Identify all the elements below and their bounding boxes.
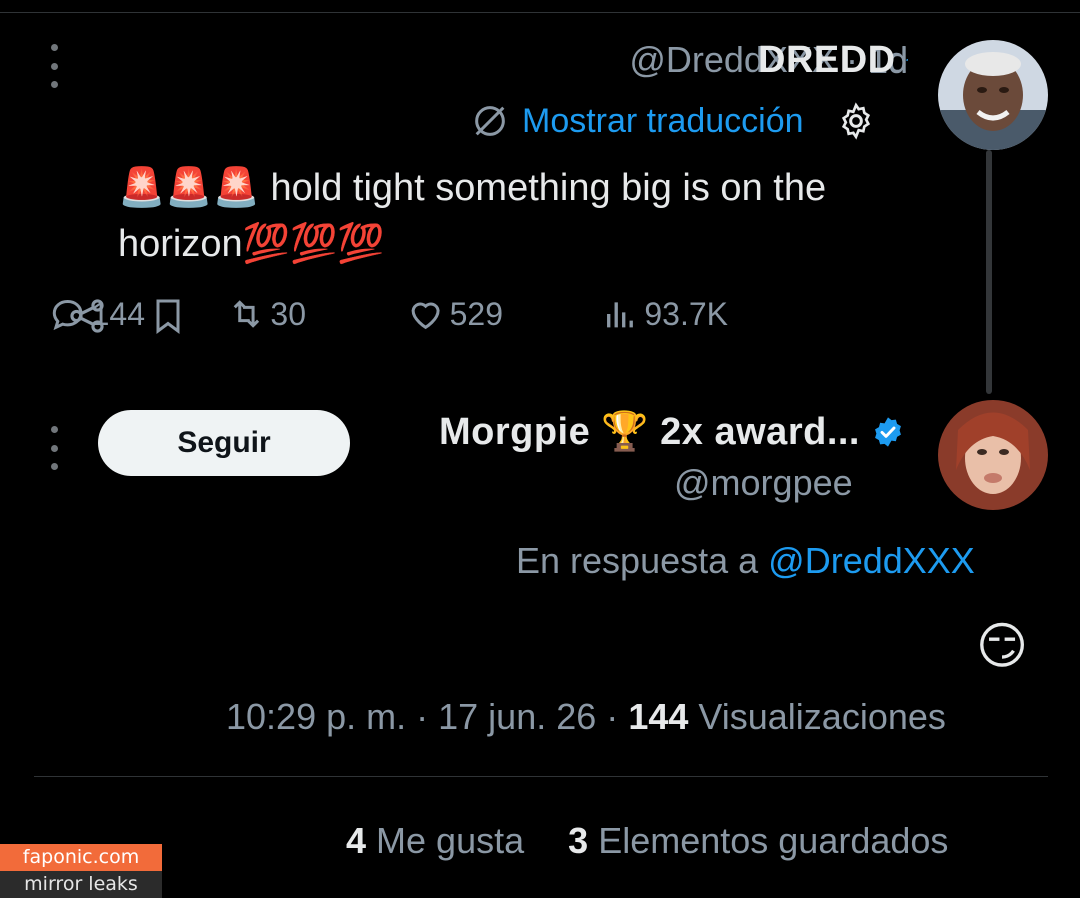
follow-button[interactable]: Seguir	[98, 410, 350, 476]
dredd-avatar[interactable]	[938, 40, 1048, 150]
translate-row: Mostrar traducción	[470, 98, 900, 144]
thread-connector	[986, 150, 992, 394]
translate-icon	[475, 106, 505, 136]
gear-icon[interactable]	[836, 101, 876, 141]
bookmark-icon[interactable]	[148, 294, 188, 338]
engagement-divider	[34, 776, 1048, 777]
parent-tweet-text: 🚨🚨🚨 hold tight something big is on the h…	[118, 160, 908, 272]
parent-text-line-1: 🚨🚨🚨 hold tight something big is on the	[118, 167, 827, 209]
in-reply-to: En respuesta a @DreddXXX	[516, 540, 1046, 582]
reply-views-label: Visualizaciones	[698, 696, 946, 737]
share-icon[interactable]	[66, 294, 108, 338]
retweet-icon	[233, 300, 259, 328]
reply-author-line: Morgpie 🏆 2x award...	[424, 410, 904, 454]
reply-views-count: 144	[628, 696, 689, 737]
parent-action-bar: 144 30 529 93.7K	[48, 292, 908, 342]
saves-stat[interactable]: 3 Elementos guardados	[568, 820, 948, 861]
retweet-count: 30	[270, 295, 306, 332]
parent-text-line-2: horizon💯💯💯	[118, 223, 385, 265]
parent-display-name[interactable]: DREDD	[758, 39, 896, 82]
like-action[interactable]: 529	[406, 294, 503, 334]
saves-count: 3	[568, 820, 589, 861]
like-count: 529	[450, 295, 504, 332]
views-count: 93.7K	[644, 295, 728, 332]
reply-display-name[interactable]: Morgpie 🏆 2x award...	[439, 410, 860, 454]
views-icon	[606, 302, 633, 328]
reply-date: 17 jun. 26	[438, 696, 597, 737]
views-action[interactable]: 93.7K	[600, 294, 728, 334]
reply-handle[interactable]: @morgpee	[674, 462, 904, 504]
show-translation-link[interactable]: Mostrar traducción	[522, 102, 804, 141]
morgpie-avatar[interactable]	[938, 400, 1048, 510]
watermark-site: faponic.com	[0, 844, 162, 871]
reply-more-icon[interactable]	[48, 426, 62, 470]
watermark-tagline: mirror leaks	[0, 871, 162, 898]
reply-time: 10:29 p. m.	[226, 696, 407, 737]
top-divider	[0, 12, 1080, 13]
parent-more-icon[interactable]	[48, 44, 62, 88]
parent-name-block: DREDD	[758, 38, 908, 82]
engagement-row: 4 Me gusta 3 Elementos guardados	[346, 820, 1046, 862]
saves-label: Elementos guardados	[598, 820, 949, 861]
watermark: faponic.com mirror leaks	[0, 844, 162, 898]
tweet-detail-view: 1d @DreddXXX · 1d DREDD Mostrar traducci…	[0, 0, 1080, 898]
reply-meta: 10:29 p. m. · 17 jun. 26 · 144 Visualiza…	[226, 696, 1046, 738]
in-reply-handle[interactable]: @DreddXXX	[768, 540, 975, 581]
likes-stat[interactable]: 4 Me gusta	[346, 820, 534, 861]
in-reply-prefix: En respuesta a	[516, 540, 759, 581]
likes-count: 4	[346, 820, 367, 861]
reply-tweet-text: 😏	[976, 618, 1029, 674]
verified-icon	[875, 417, 901, 447]
separator-dot: ·	[416, 696, 429, 737]
separator-dot: ·	[606, 696, 619, 737]
like-icon	[411, 302, 441, 330]
verified-icon	[905, 58, 908, 62]
retweet-action[interactable]: 30	[226, 294, 306, 334]
likes-label: Me gusta	[376, 820, 525, 861]
